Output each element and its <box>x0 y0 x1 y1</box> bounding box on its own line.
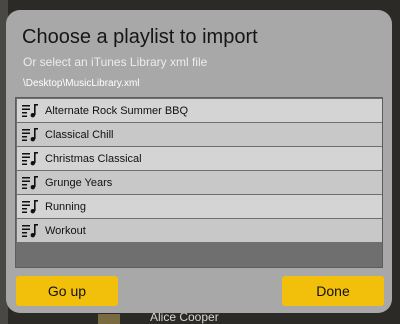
dialog-subtitle[interactable]: Or select an iTunes Library xml file <box>23 55 207 69</box>
playlist-item[interactable]: Grunge Years <box>17 171 382 194</box>
playlist-item[interactable]: Christmas Classical <box>17 147 382 170</box>
playlist-item[interactable]: Alternate Rock Summer BBQ <box>17 99 382 122</box>
playlist-icon <box>21 199 39 215</box>
import-playlist-dialog: Choose a playlist to import Or select an… <box>6 10 392 313</box>
playlist-item-label: Grunge Years <box>45 176 113 189</box>
playlist-item-label: Workout <box>45 224 86 237</box>
playlist-item[interactable]: Classical Chill <box>17 123 382 146</box>
playlist-item[interactable]: Running <box>17 195 382 218</box>
go-up-button[interactable]: Go up <box>16 276 118 306</box>
done-button[interactable]: Done <box>282 276 384 306</box>
album-thumbnail <box>98 314 120 324</box>
playlist-item-label: Classical Chill <box>45 128 114 141</box>
playlist-icon <box>21 127 39 143</box>
playlist-list[interactable]: Alternate Rock Summer BBQ Classical Chil… <box>15 97 383 268</box>
playlist-icon <box>21 151 39 167</box>
playlist-icon <box>21 223 39 239</box>
playlist-item-label: Running <box>45 200 86 213</box>
playlist-item-label: Alternate Rock Summer BBQ <box>45 104 189 117</box>
playlist-icon <box>21 103 39 119</box>
playlist-item[interactable]: Workout <box>17 219 382 242</box>
dialog-title: Choose a playlist to import <box>22 26 258 48</box>
playlist-icon <box>21 175 39 191</box>
playlist-item-label: Christmas Classical <box>45 152 142 165</box>
file-path: \Desktop\MusicLibrary.xml <box>23 78 140 89</box>
